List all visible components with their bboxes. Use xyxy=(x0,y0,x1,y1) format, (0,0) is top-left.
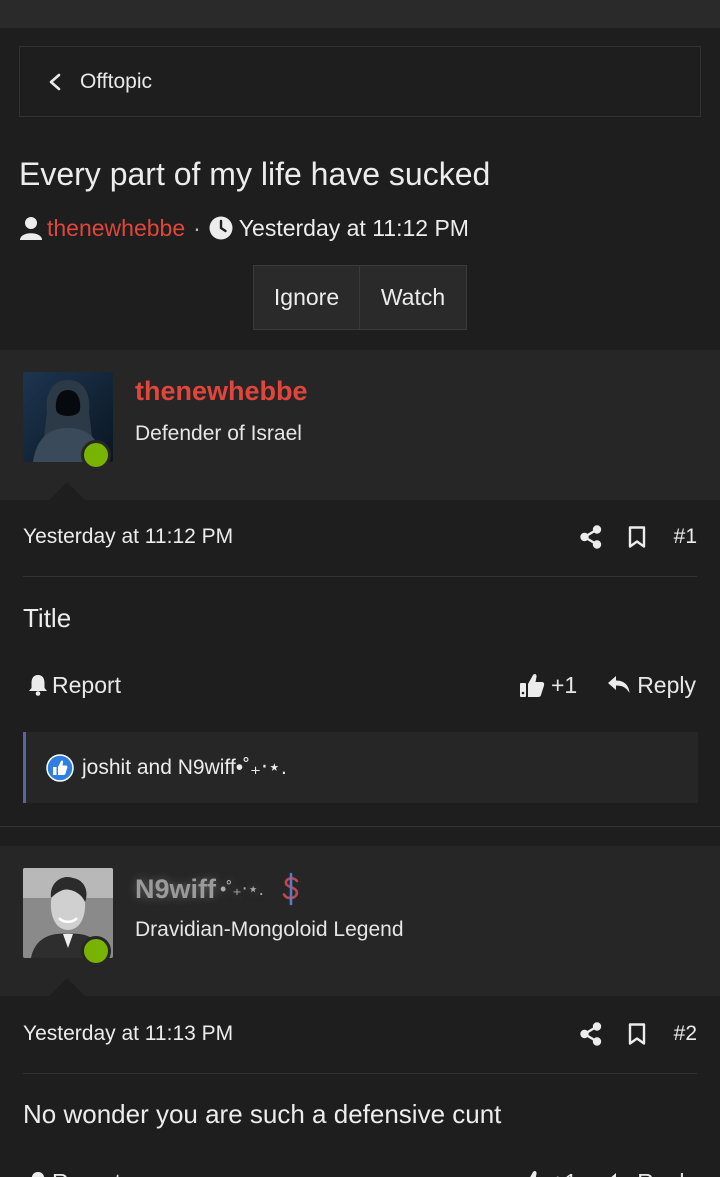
username-text: N9wiff xyxy=(135,873,216,904)
post-username[interactable]: thenewhebbe xyxy=(135,376,308,407)
top-bar xyxy=(0,0,720,28)
thread-actions: Ignore Watch xyxy=(253,265,467,330)
post-username[interactable]: N9wiff •˚₊‧⋆. xyxy=(135,872,304,906)
thread-title: Every part of my life have sucked xyxy=(19,156,491,192)
online-status-dot xyxy=(81,936,111,966)
reply-icon xyxy=(608,676,630,693)
user-block-pointer xyxy=(49,978,85,996)
clock-icon xyxy=(209,216,233,240)
post-body: No wonder you are such a defensive cunt xyxy=(23,1099,502,1129)
divider xyxy=(23,576,697,577)
online-status-dot xyxy=(81,440,111,470)
bookmark-icon[interactable] xyxy=(628,1023,646,1045)
post-separator xyxy=(0,826,720,827)
divider xyxy=(23,1073,697,1074)
report-label: Report xyxy=(52,671,122,698)
chevron-left-icon xyxy=(49,73,61,90)
bookmark-icon[interactable] xyxy=(628,526,646,548)
reactions-text: joshit and N9wiff•˚₊‧⋆. xyxy=(82,756,287,779)
thread-time[interactable]: Yesterday at 11:12 PM xyxy=(239,215,469,242)
reply-label: Reply xyxy=(637,671,696,698)
share-icon[interactable] xyxy=(579,525,602,549)
breadcrumb[interactable]: Offtopic xyxy=(19,46,701,117)
post-time[interactable]: Yesterday at 11:13 PM xyxy=(23,1022,554,1046)
post-1-meta: Yesterday at 11:12 PM #1 xyxy=(0,498,720,576)
like-button[interactable]: +1 xyxy=(519,1169,577,1177)
post-body: Title xyxy=(23,603,72,633)
post-number-link[interactable]: #1 xyxy=(674,525,697,549)
dollar-badge-icon xyxy=(282,872,299,906)
bell-icon xyxy=(29,675,47,696)
thread-author-link[interactable]: thenewhebbe xyxy=(47,215,185,242)
thumbs-up-icon xyxy=(519,673,545,697)
thread-meta: thenewhebbe · Yesterday at 11:12 PM xyxy=(19,212,469,244)
breadcrumb-label: Offtopic xyxy=(80,69,152,93)
reply-button[interactable]: Reply xyxy=(607,1169,696,1177)
reply-icon xyxy=(611,1173,617,1177)
user-icon xyxy=(20,217,42,240)
share-icon[interactable] xyxy=(579,1022,602,1046)
post-time[interactable]: Yesterday at 11:12 PM xyxy=(23,525,554,549)
reply-label: Reply xyxy=(637,1169,696,1177)
post-1-user-block: thenewhebbe Defender of Israel xyxy=(0,350,720,500)
post-number-link[interactable]: #2 xyxy=(674,1022,697,1046)
like-count: +1 xyxy=(550,671,578,698)
report-button[interactable]: Report xyxy=(28,672,519,699)
thumbs-up-icon xyxy=(530,1170,537,1177)
bell-icon xyxy=(31,1172,45,1177)
report-label: Report xyxy=(52,1169,121,1177)
post-2-actions: Report +1 Reply xyxy=(0,1162,720,1177)
meta-separator: · xyxy=(193,214,201,241)
reactions-bar[interactable]: joshit and N9wiff•˚₊‧⋆. xyxy=(23,732,698,803)
post-1-actions: Report +1 Reply xyxy=(0,665,720,705)
reply-button[interactable]: Reply xyxy=(607,672,696,699)
post-2-meta: Yesterday at 11:13 PM #2 xyxy=(0,995,720,1073)
post-2-user-block: N9wiff •˚₊‧⋆. Dravidian-Mongoloid Legend xyxy=(0,846,720,996)
user-title: Defender of Israel xyxy=(135,422,302,445)
ignore-button[interactable]: Ignore xyxy=(254,266,360,329)
watch-button[interactable]: Watch xyxy=(360,266,466,329)
username-sparkle: •˚₊‧⋆. xyxy=(220,878,264,899)
like-reaction-icon xyxy=(46,753,74,782)
report-button[interactable]: Report xyxy=(28,1169,519,1177)
like-count: +1 xyxy=(551,1169,577,1177)
user-title: Dravidian-Mongoloid Legend xyxy=(135,918,404,941)
like-button[interactable]: +1 xyxy=(519,672,577,699)
